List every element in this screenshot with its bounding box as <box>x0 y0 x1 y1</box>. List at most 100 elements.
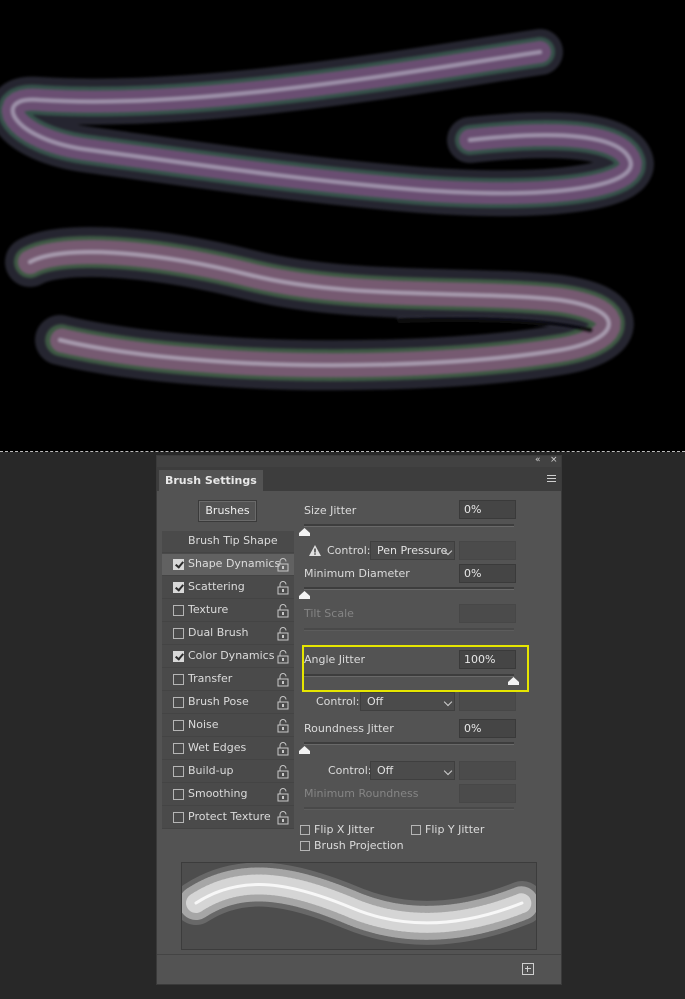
sidebar-item-smoothing[interactable]: Smoothing <box>162 784 294 806</box>
sidebar-item-transfer[interactable]: Transfer <box>162 669 294 691</box>
unlocked-icon[interactable] <box>277 604 289 618</box>
brush-pose-checkbox[interactable] <box>173 697 184 708</box>
sidebar-item-label: Transfer <box>188 672 233 685</box>
size-control-value: Pen Pressure <box>377 544 448 557</box>
sidebar-item-label: Scattering <box>188 580 245 593</box>
size-control-label: Control: <box>327 544 371 557</box>
sidebar-item-dual-brush[interactable]: Dual Brush <box>162 623 294 645</box>
brush-settings-sidebar: Brush Tip Shape Shape Dynamics Scatterin… <box>162 531 294 829</box>
document-canvas[interactable] <box>0 0 685 452</box>
tilt-scale-label: Tilt Scale <box>304 607 354 620</box>
sidebar-item-label: Build-up <box>188 764 234 777</box>
minimum-diameter-slider-thumb[interactable] <box>299 591 310 599</box>
tilt-scale-slider <box>304 628 514 631</box>
sidebar-item-label: Shape Dynamics <box>188 557 281 570</box>
unlocked-icon[interactable] <box>277 788 289 802</box>
noise-checkbox[interactable] <box>173 720 184 731</box>
roundness-jitter-label: Roundness Jitter <box>304 722 394 735</box>
sidebar-item-scattering[interactable]: Scattering <box>162 577 294 599</box>
roundness-jitter-slider-thumb[interactable] <box>299 746 310 754</box>
minimum-diameter-slider[interactable] <box>304 587 514 590</box>
tab-brush-settings[interactable]: Brush Settings <box>159 470 263 491</box>
brush-projection-checkbox[interactable] <box>300 841 310 851</box>
size-jitter-slider-thumb[interactable] <box>299 528 310 536</box>
flip-y-jitter-label: Flip Y Jitter <box>425 823 485 836</box>
unlocked-icon[interactable] <box>277 558 289 572</box>
transfer-checkbox[interactable] <box>173 674 184 685</box>
angle-jitter-highlight <box>302 645 529 692</box>
unlocked-icon[interactable] <box>277 742 289 756</box>
flip-y-jitter-checkbox[interactable] <box>411 825 421 835</box>
sidebar-item-label: Texture <box>188 603 229 616</box>
unlocked-icon[interactable] <box>277 811 289 825</box>
angle-control-amount-input <box>459 692 516 711</box>
sidebar-item-wet-edges[interactable]: Wet Edges <box>162 738 294 760</box>
minimum-roundness-label: Minimum Roundness <box>304 787 419 800</box>
flip-x-jitter-checkbox[interactable] <box>300 825 310 835</box>
brush-stroke-preview <box>174 862 544 950</box>
unlocked-icon[interactable] <box>277 627 289 641</box>
sidebar-item-label: Smoothing <box>188 787 248 800</box>
minimum-diameter-label: Minimum Diameter <box>304 567 410 580</box>
panel-footer <box>157 954 561 984</box>
sidebar-item-noise[interactable]: Noise <box>162 715 294 737</box>
sidebar-item-brush-pose[interactable]: Brush Pose <box>162 692 294 714</box>
angle-control-value: Off <box>367 695 384 708</box>
sidebar-item-texture[interactable]: Texture <box>162 600 294 622</box>
build-up-checkbox[interactable] <box>173 766 184 777</box>
brush-projection-label: Brush Projection <box>314 839 404 852</box>
color-dynamics-checkbox[interactable] <box>173 651 184 662</box>
chevron-down-icon <box>443 766 453 776</box>
unlocked-icon[interactable] <box>277 673 289 687</box>
roundness-control-amount-input <box>459 761 516 780</box>
protect-texture-checkbox[interactable] <box>173 812 184 823</box>
unlocked-icon[interactable] <box>277 719 289 733</box>
sidebar-item-label: Dual Brush <box>188 626 249 639</box>
sidebar-item-label: Wet Edges <box>188 741 247 754</box>
unlocked-icon[interactable] <box>277 581 289 595</box>
roundness-control-dropdown[interactable]: Off <box>370 761 455 780</box>
size-control-amount-input <box>459 541 516 560</box>
brush-preview-stroke <box>174 862 544 945</box>
chevron-down-icon <box>443 697 453 707</box>
size-jitter-input[interactable]: 0% <box>459 500 516 519</box>
flip-x-jitter-label: Flip X Jitter <box>314 823 375 836</box>
warning-icon <box>309 545 321 556</box>
unlocked-icon[interactable] <box>277 765 289 779</box>
angle-control-dropdown[interactable]: Off <box>360 692 455 711</box>
roundness-jitter-slider[interactable] <box>304 742 514 745</box>
sidebar-item-protect-texture[interactable]: Protect Texture <box>162 807 294 829</box>
brushes-button[interactable]: Brushes <box>198 500 257 522</box>
wet-edges-checkbox[interactable] <box>173 743 184 754</box>
minimum-roundness-input <box>459 784 516 803</box>
sidebar-item-label: Protect Texture <box>188 810 271 823</box>
roundness-jitter-input[interactable]: 0% <box>459 719 516 738</box>
dual-brush-checkbox[interactable] <box>173 628 184 639</box>
angle-control-label: Control: <box>316 695 360 708</box>
minimum-diameter-input[interactable]: 0% <box>459 564 516 583</box>
sidebar-item-color-dynamics[interactable]: Color Dynamics <box>162 646 294 668</box>
roundness-control-label: Control: <box>328 764 372 777</box>
new-brush-icon[interactable] <box>522 963 534 975</box>
sidebar-item-build-up[interactable]: Build-up <box>162 761 294 783</box>
size-jitter-label: Size Jitter <box>304 504 357 517</box>
sidebar-item-brush-tip-shape[interactable]: Brush Tip Shape <box>162 531 294 553</box>
brush-strokes-artwork <box>0 29 654 391</box>
minimum-roundness-slider <box>304 807 514 810</box>
texture-checkbox[interactable] <box>173 605 184 616</box>
sidebar-item-label: Brush Tip Shape <box>188 534 278 547</box>
smoothing-checkbox[interactable] <box>173 789 184 800</box>
tilt-scale-input <box>459 604 516 623</box>
size-control-dropdown[interactable]: Pen Pressure <box>370 541 455 560</box>
sidebar-item-label: Color Dynamics <box>188 649 275 662</box>
brush-settings-panel: « × Brush Settings Brushes Brush Tip Sha… <box>156 455 562 985</box>
unlocked-icon[interactable] <box>277 696 289 710</box>
sidebar-item-shape-dynamics[interactable]: Shape Dynamics <box>162 554 294 576</box>
size-jitter-slider[interactable] <box>304 524 514 527</box>
sidebar-item-label: Noise <box>188 718 219 731</box>
scattering-checkbox[interactable] <box>173 582 184 593</box>
shape-dynamics-checkbox[interactable] <box>173 559 184 570</box>
roundness-control-value: Off <box>377 764 394 777</box>
unlocked-icon[interactable] <box>277 650 289 664</box>
sidebar-item-label: Brush Pose <box>188 695 249 708</box>
